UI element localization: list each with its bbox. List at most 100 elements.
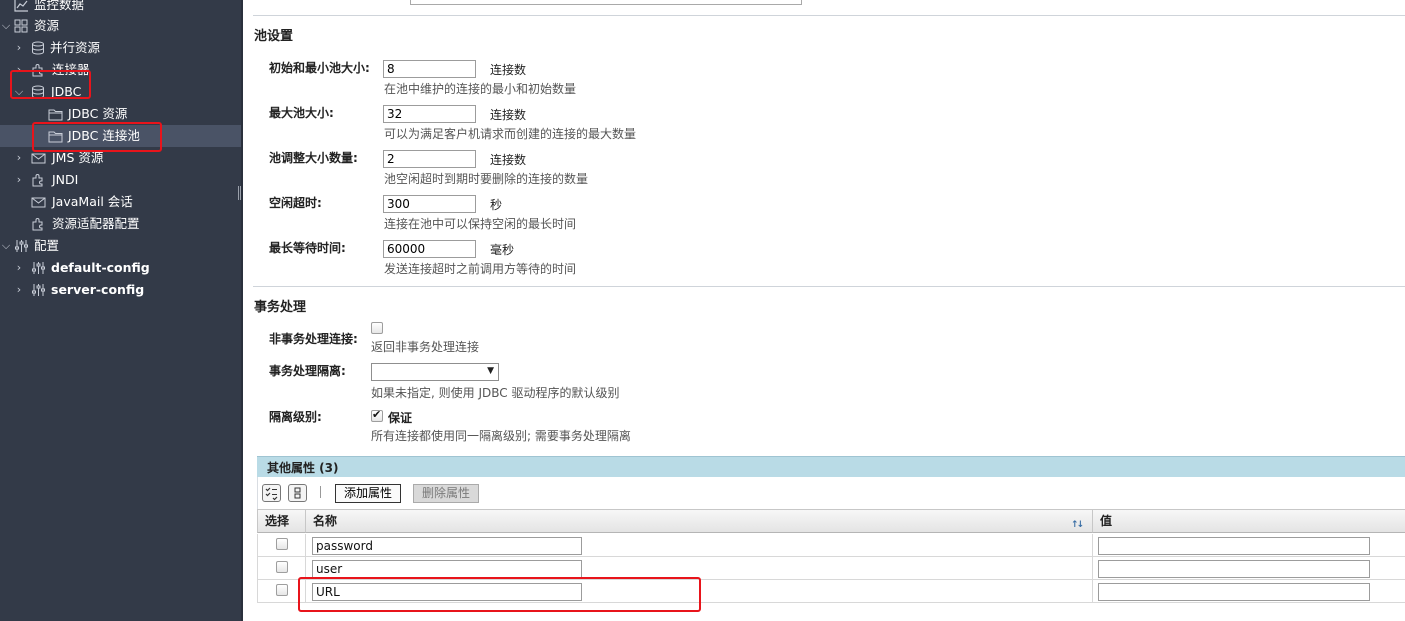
help-initial-min-pool-size: 在池中维护的连接的最小和初始数量 xyxy=(384,82,577,96)
sliders-icon xyxy=(14,239,29,253)
dropdown-arrow-icon: ▼ xyxy=(487,366,494,376)
additional-properties-title: 其他属性 (3) xyxy=(267,461,339,475)
property-value-input[interactable] xyxy=(1098,583,1370,601)
max-wait-time-input[interactable] xyxy=(383,240,476,258)
sidebar-item-label: 配置 xyxy=(34,238,60,253)
label-isolation-level: 隔离级别: xyxy=(269,410,322,424)
select-cell xyxy=(257,534,306,557)
chevron-right-icon[interactable]: › xyxy=(13,257,25,279)
initial-min-pool-size-input[interactable] xyxy=(383,60,476,78)
unit-connections: 连接数 xyxy=(490,153,527,167)
property-value-input[interactable] xyxy=(1098,560,1370,578)
transaction-isolation-select[interactable]: ▼ xyxy=(371,363,499,381)
sidebar-item-default-config[interactable]: › default-config xyxy=(0,257,243,279)
value-cell xyxy=(1093,580,1405,603)
unit-seconds: 秒 xyxy=(490,198,503,212)
sidebar-item-label: 监控数据 xyxy=(34,0,85,12)
envelope-icon xyxy=(31,151,46,165)
sliders-icon xyxy=(31,283,46,297)
divider xyxy=(253,286,1405,287)
sidebar-item-label: 资源 xyxy=(34,18,60,33)
annotation-highlight-url-row xyxy=(298,577,701,612)
annotation-highlight-connection-pools xyxy=(32,122,162,152)
sidebar-item-concurrent-resources[interactable]: › 并行资源 xyxy=(0,37,243,59)
help-max-pool-size: 可以为满足客户机请求而创建的连接的最大数量 xyxy=(384,127,637,141)
unit-milliseconds: 毫秒 xyxy=(490,243,515,257)
main-content: 池设置 初始和最小池大小: 连接数 在池中维护的连接的最小和初始数量 最大池大小… xyxy=(243,0,1405,621)
property-value-input[interactable] xyxy=(1098,537,1370,555)
sidebar-item-label: default-config xyxy=(51,260,150,275)
column-header-name-label: 名称 xyxy=(313,514,338,528)
name-cell xyxy=(306,534,1093,557)
isolation-level-guaranteed-label: 保证 xyxy=(388,411,413,425)
label-max-wait-time: 最长等待时间: xyxy=(269,241,346,255)
chevron-right-icon[interactable]: › xyxy=(13,279,25,301)
folder-icon xyxy=(48,107,63,121)
sidebar-item-resource-adapter-configs[interactable]: 资源适配器配置 xyxy=(0,213,243,235)
label-max-pool-size: 最大池大小: xyxy=(269,106,334,120)
label-idle-timeout: 空闲超时: xyxy=(269,196,322,210)
toolbar-separator xyxy=(320,486,321,498)
idle-timeout-input[interactable] xyxy=(383,195,476,213)
column-header-name[interactable]: 名称 ↑↓ xyxy=(306,509,1093,533)
value-cell xyxy=(1093,557,1405,580)
table-row xyxy=(257,534,1405,557)
truncated-field[interactable] xyxy=(410,0,802,5)
property-name-input[interactable] xyxy=(312,560,582,578)
chevron-right-icon[interactable]: › xyxy=(13,37,25,59)
column-header-select: 选择 xyxy=(257,509,306,533)
add-property-button[interactable]: 添加属性 xyxy=(335,484,402,503)
resources-icon xyxy=(14,19,29,33)
chevron-right-icon[interactable]: › xyxy=(13,169,25,191)
chevron-right-icon[interactable]: › xyxy=(13,147,25,169)
help-isolation-level: 所有连接都使用同一隔离级别; 需要事务处理隔离 xyxy=(371,429,631,443)
label-non-transactional-connections: 非事务处理连接: xyxy=(269,332,358,346)
help-idle-timeout: 连接在池中可以保持空闲的最长时间 xyxy=(384,217,577,231)
sidebar-item-label: server-config xyxy=(51,282,145,297)
deselect-all-icon[interactable] xyxy=(288,484,307,502)
divider xyxy=(253,15,1405,16)
max-pool-size-input[interactable] xyxy=(383,105,476,123)
help-max-wait-time: 发送连接超时之前调用方等待的时间 xyxy=(384,262,577,276)
help-pool-resize-quantity: 池空闲超时到期时要删除的连接的数量 xyxy=(384,172,589,186)
additional-properties-toolbar: 添加属性 删除属性 xyxy=(257,477,1405,509)
unit-connections: 连接数 xyxy=(490,63,527,77)
property-name-input[interactable] xyxy=(312,537,582,555)
sidebar-item-label: JavaMail 会话 xyxy=(52,194,133,209)
column-header-value: 值 xyxy=(1093,509,1405,533)
database-icon xyxy=(31,41,46,55)
sidebar-item-server-config[interactable]: › server-config xyxy=(0,279,243,301)
sidebar-item-monitoring[interactable]: 监控数据 xyxy=(0,0,243,16)
sidebar-item-label: 并行资源 xyxy=(50,40,101,55)
value-cell xyxy=(1093,534,1405,557)
additional-properties-header: 其他属性 (3) xyxy=(257,456,1405,477)
help-transaction-isolation: 如果未指定, 则使用 JDBC 驱动程序的默认级别 xyxy=(371,386,620,400)
sidebar-item-resources[interactable]: ⌵ 资源 xyxy=(0,15,243,37)
sort-icon[interactable]: ↑↓ xyxy=(1071,514,1084,536)
puzzle-icon xyxy=(31,173,46,187)
help-non-transactional: 返回非事务处理连接 xyxy=(371,340,480,354)
envelope-icon xyxy=(31,195,46,209)
non-transactional-checkbox[interactable] xyxy=(371,322,383,334)
isolation-level-guaranteed-checkbox[interactable] xyxy=(371,408,383,422)
sidebar-item-javamail-sessions[interactable]: JavaMail 会话 xyxy=(0,191,243,213)
label-transaction-isolation: 事务处理隔离: xyxy=(269,364,346,378)
sidebar-item-label: JNDI xyxy=(52,172,79,187)
pool-resize-quantity-input[interactable] xyxy=(383,150,476,168)
row-select-checkbox[interactable] xyxy=(276,538,288,550)
sidebar-item-label: 资源适配器配置 xyxy=(52,216,140,231)
label-initial-min-pool-size: 初始和最小池大小: xyxy=(269,61,370,75)
sidebar-item-configurations[interactable]: ⌵ 配置 xyxy=(0,235,243,257)
delete-property-button[interactable]: 删除属性 xyxy=(413,484,480,503)
chevron-down-icon[interactable]: ⌵ xyxy=(0,15,12,37)
row-select-checkbox[interactable] xyxy=(276,584,288,596)
chevron-down-icon[interactable]: ⌵ xyxy=(0,235,12,257)
sidebar-item-jndi[interactable]: › JNDI xyxy=(0,169,243,191)
chart-icon xyxy=(14,0,29,12)
annotation-highlight-jdbc xyxy=(10,70,91,99)
select-all-icon[interactable] xyxy=(262,484,281,502)
sliders-icon xyxy=(31,261,46,275)
label-pool-resize-quantity: 池调整大小数量: xyxy=(269,151,358,165)
row-select-checkbox[interactable] xyxy=(276,561,288,573)
puzzle-icon xyxy=(31,217,46,231)
